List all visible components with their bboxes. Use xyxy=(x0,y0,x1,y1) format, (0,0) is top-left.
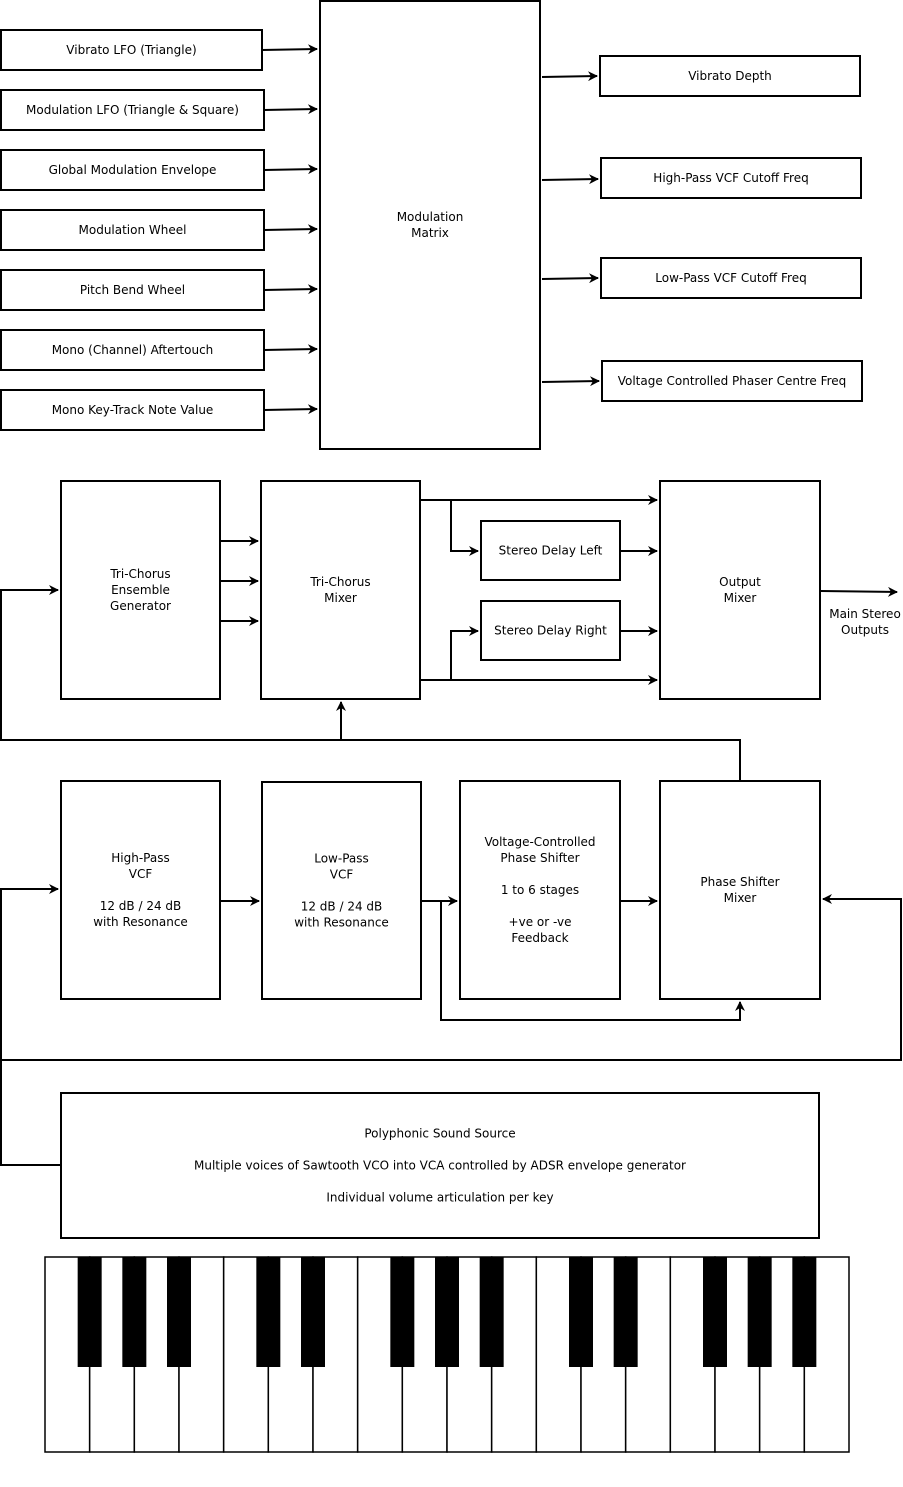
modulation-destination-label: Low-Pass VCF Cutoff Freq xyxy=(655,271,806,285)
high-pass-vcf: High-Pass VCF 12 dB / 24 dB with Resonance xyxy=(60,780,221,1000)
connector-arrow xyxy=(0,884,61,1166)
phase-shifter-label: 1 to 6 stages xyxy=(501,883,579,897)
connector-arrow xyxy=(263,404,318,415)
low-pass-vcf-label: 12 dB / 24 dB xyxy=(301,900,383,914)
polyphonic-sound-source: Polyphonic Sound Source Multiple voices o… xyxy=(60,1092,820,1239)
black-key[interactable] xyxy=(256,1257,281,1367)
tri-chorus-mixer-label: Tri-Chorus xyxy=(309,575,370,589)
tri-chorus-generator-label: Ensemble xyxy=(111,583,170,597)
modulation-destination-label: High-Pass VCF Cutoff Freq xyxy=(653,171,808,185)
modulation-source: Modulation Wheel xyxy=(0,209,265,251)
tri-chorus-generator-label: Generator xyxy=(110,599,171,613)
connector-arrow xyxy=(263,224,318,235)
phase-shifter-label: Voltage-Controlled xyxy=(484,835,595,849)
main-stereo-outputs-label: Outputs xyxy=(841,623,889,637)
modulation-matrix-label: Modulation xyxy=(397,210,464,224)
connector-arrow xyxy=(263,104,318,115)
modulation-destination: Low-Pass VCF Cutoff Freq xyxy=(600,257,862,299)
tri-chorus-generator: Tri-Chorus Ensemble Generator xyxy=(60,480,221,700)
polyphonic-sound-source-label: Multiple voices of Sawtooth VCO into VCA… xyxy=(194,1159,686,1173)
black-key[interactable] xyxy=(613,1257,638,1367)
connector-arrow xyxy=(450,626,479,680)
low-pass-vcf-label: VCF xyxy=(330,868,354,882)
black-key[interactable] xyxy=(435,1257,459,1367)
stereo-delay-left-label: Stereo Delay Left xyxy=(499,544,603,558)
output-mixer: Output Mixer xyxy=(659,480,821,700)
modulation-source: Modulation LFO (Triangle & Square) xyxy=(0,89,265,131)
modulation-destination-label: Voltage Controlled Phaser Centre Freq xyxy=(618,374,847,388)
high-pass-vcf-label: 12 dB / 24 dB xyxy=(100,899,182,913)
main-stereo-outputs: Main Stereo Outputs xyxy=(829,607,901,637)
phase-shifter-label: +ve or -ve xyxy=(509,915,572,929)
high-pass-vcf-label: with Resonance xyxy=(93,915,188,929)
modulation-source-label: Mono (Channel) Aftertouch xyxy=(52,343,214,357)
low-pass-vcf: Low-Pass VCF 12 dB / 24 dB with Resonance xyxy=(261,781,422,1000)
connector-arrow xyxy=(450,500,479,556)
phase-shifter-label: Feedback xyxy=(511,931,568,945)
tri-chorus-mixer: Tri-Chorus Mixer xyxy=(260,480,421,700)
phase-shifter-mixer: Phase Shifter Mixer xyxy=(659,780,821,1000)
black-key[interactable] xyxy=(301,1257,325,1367)
phase-shifter-mixer-label: Mixer xyxy=(724,891,757,905)
black-key[interactable] xyxy=(479,1257,504,1367)
modulation-destination: High-Pass VCF Cutoff Freq xyxy=(600,157,862,199)
modulation-source-label: Modulation LFO (Triangle & Square) xyxy=(26,103,239,117)
low-pass-vcf-label: Low-Pass xyxy=(314,852,369,866)
modulation-source: Pitch Bend Wheel xyxy=(0,269,265,311)
modulation-source: Vibrato LFO (Triangle) xyxy=(0,29,263,71)
black-key[interactable] xyxy=(167,1257,191,1367)
piano-keyboard xyxy=(44,1256,850,1453)
black-key[interactable] xyxy=(122,1257,147,1367)
black-key[interactable] xyxy=(569,1257,593,1367)
polyphonic-sound-source-label: Individual volume articulation per key xyxy=(326,1191,553,1205)
high-pass-vcf-label: VCF xyxy=(129,867,153,881)
modulation-source-label: Pitch Bend Wheel xyxy=(80,283,185,297)
modulation-source-label: Mono Key-Track Note Value xyxy=(52,403,214,417)
modulation-source-label: Vibrato LFO (Triangle) xyxy=(66,43,196,57)
connector-arrow xyxy=(261,44,318,55)
connector-arrow xyxy=(541,376,600,387)
synth-block-diagram: Vibrato LFO (Triangle) Modulation LFO (Tr… xyxy=(0,0,902,1453)
connector-arrow xyxy=(541,71,598,82)
black-key[interactable] xyxy=(747,1257,772,1367)
modulation-matrix: Modulation Matrix xyxy=(319,0,541,450)
phase-shifter-mixer-label: Phase Shifter xyxy=(700,875,779,889)
black-key[interactable] xyxy=(792,1257,817,1367)
modulation-source: Global Modulation Envelope xyxy=(0,149,265,191)
connector-arrow xyxy=(263,164,318,175)
modulation-destination: Vibrato Depth xyxy=(599,55,861,97)
low-pass-vcf-label: with Resonance xyxy=(294,916,389,930)
main-stereo-outputs-label: Main Stereo xyxy=(829,607,901,621)
stereo-delay-left: Stereo Delay Left xyxy=(480,520,621,581)
tri-chorus-mixer-label: Mixer xyxy=(324,591,357,605)
connector-arrow xyxy=(541,174,599,185)
connector-arrow xyxy=(820,586,898,597)
black-key[interactable] xyxy=(703,1257,727,1367)
modulation-source: Mono (Channel) Aftertouch xyxy=(0,329,265,371)
black-key[interactable] xyxy=(390,1257,415,1367)
modulation-destination-label: Vibrato Depth xyxy=(688,69,772,83)
black-key[interactable] xyxy=(77,1257,102,1367)
modulation-source-label: Global Modulation Envelope xyxy=(49,163,217,177)
connector-arrow xyxy=(263,344,318,355)
stereo-delay-right-label: Stereo Delay Right xyxy=(494,624,607,638)
polyphonic-sound-source-label: Polyphonic Sound Source xyxy=(364,1127,515,1141)
high-pass-vcf-label: High-Pass xyxy=(111,851,169,865)
connector-arrow xyxy=(541,273,599,284)
output-mixer-label: Mixer xyxy=(724,591,757,605)
output-mixer-label: Output xyxy=(719,575,761,589)
phase-shifter-label: Phase Shifter xyxy=(500,851,579,865)
tri-chorus-generator-label: Tri-Chorus xyxy=(109,567,170,581)
modulation-source-label: Modulation Wheel xyxy=(79,223,187,237)
phase-shifter: Voltage-Controlled Phase Shifter 1 to 6 st… xyxy=(459,780,621,1000)
stereo-delay-right: Stereo Delay Right xyxy=(480,600,621,661)
modulation-matrix-label: Matrix xyxy=(411,226,449,240)
modulation-destination: Voltage Controlled Phaser Centre Freq xyxy=(601,360,863,402)
modulation-source: Mono Key-Track Note Value xyxy=(0,389,265,431)
connector-arrow xyxy=(263,284,318,295)
